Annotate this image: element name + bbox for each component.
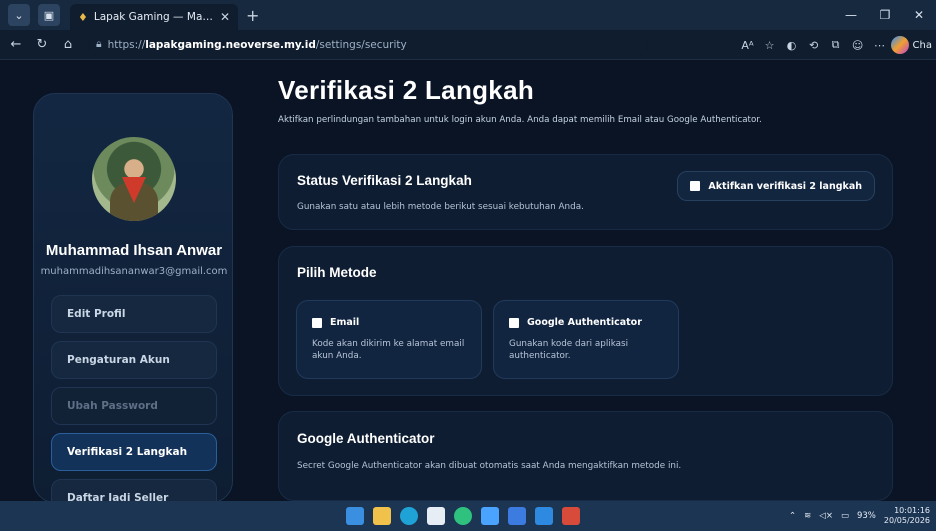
store-icon[interactable] [427, 507, 445, 525]
tab-actions-icon[interactable]: ⌄ [8, 4, 30, 26]
status-card-desc: Gunakan satu atau lebih metode berikut s… [297, 202, 584, 212]
lock-icon: 🔒︎ [96, 38, 102, 50]
enable-2fa-label: Aktifkan verifikasi 2 langkah [708, 180, 862, 192]
sidebar-item-pengaturan-akun[interactable]: Pengaturan Akun [51, 341, 217, 379]
battery-icon[interactable]: ▭ [841, 511, 849, 521]
history-icon[interactable]: ⟲ [803, 39, 825, 52]
copilot-icon [890, 36, 909, 54]
file-explorer-icon[interactable] [373, 507, 391, 525]
method-option-email[interactable]: Email Kode akan dikirim ke alamat email … [296, 300, 482, 379]
method-label: Google Authenticator [527, 317, 642, 328]
app-icon[interactable] [481, 507, 499, 525]
vscode-icon[interactable] [535, 507, 553, 525]
sidebar-item-edit-profil[interactable]: Edit Profil [51, 295, 217, 333]
checkbox-icon [690, 181, 701, 191]
wifi-icon[interactable]: ≋ [804, 511, 811, 521]
back-icon[interactable]: ← [6, 37, 26, 52]
method-card: Pilih Metode Email Kode akan dikirim ke … [278, 246, 893, 396]
read-aloud-icon[interactable]: Aᴬ [737, 39, 759, 52]
start-icon[interactable] [346, 507, 364, 525]
browser-titlebar: ⌄ ▣ ♦ Lapak Gaming — Marketplace Gar ✕ +… [0, 0, 936, 30]
volume-icon[interactable]: ◁× [819, 511, 833, 521]
checkbox-icon[interactable] [509, 317, 519, 328]
edge-icon[interactable] [400, 507, 418, 525]
minimize-icon[interactable]: — [834, 8, 868, 22]
extensions-icon[interactable]: ◐ [781, 39, 803, 52]
url-text: https://lapakgaming.neoverse.my.id/setti… [107, 38, 407, 51]
toolbar-actions: Aᴬ ☆ ◐ ⟲ ⧉ ☺ ⋯ Cha [737, 30, 936, 60]
avatar [92, 137, 176, 221]
google-authenticator-card: Google Authenticator Secret Google Authe… [278, 411, 893, 501]
battery-level: 93% [856, 511, 876, 521]
browser-tab[interactable]: ♦ Lapak Gaming — Marketplace Gar ✕ [70, 4, 238, 30]
method-option-google-authenticator[interactable]: Google Authenticator Gunakan kode dari a… [493, 300, 679, 379]
tray-expand-icon[interactable]: ⌃ [789, 511, 796, 521]
checkbox-icon[interactable] [312, 317, 322, 328]
page-title: Verifikasi 2 Langkah [278, 75, 535, 105]
clock-date: 20/05/2026 [883, 516, 930, 525]
new-tab-button[interactable]: + [246, 6, 259, 25]
enable-2fa-toggle[interactable]: Aktifkan verifikasi 2 langkah [677, 171, 875, 201]
security-settings-page: Muhammad Ihsan Anwar muhammadihsananwar3… [0, 61, 936, 501]
sidebar-item-verifikasi-2-langkah[interactable]: Verifikasi 2 Langkah [51, 433, 217, 471]
close-window-icon[interactable]: ✕ [902, 8, 936, 22]
home-icon[interactable]: ⌂ [58, 37, 78, 52]
site-favicon-icon: ♦ [78, 10, 88, 24]
close-tab-icon[interactable]: ✕ [220, 10, 230, 24]
address-bar[interactable]: 🔒︎ https://lapakgaming.neoverse.my.id/se… [88, 33, 648, 56]
copilot-button[interactable]: Cha [890, 36, 936, 54]
user-email: muhammadihsananwar3@gmail.com [40, 266, 228, 277]
system-clock[interactable]: 10:01:16 20/05/2026 [884, 506, 930, 526]
taskbar-apps [346, 507, 580, 525]
media-icon[interactable] [562, 507, 580, 525]
sidebar-item-daftar-jadi-seller[interactable]: Daftar Jadi Seller [51, 479, 217, 501]
profile-sidebar: Muhammad Ihsan Anwar muhammadihsananwar3… [33, 93, 233, 501]
workspaces-icon[interactable]: ▣ [38, 4, 60, 26]
profile-icon[interactable]: ☺ [847, 39, 869, 52]
refresh-icon[interactable]: ↻ [32, 37, 52, 52]
whatsapp-icon[interactable] [454, 507, 472, 525]
user-name: Muhammad Ihsan Anwar [45, 242, 223, 259]
system-tray: ⌃ ≋ ◁× ▭ 93% 10:01:16 20/05/2026 [789, 501, 930, 531]
copilot-label: Cha [912, 39, 932, 51]
maximize-icon[interactable]: ❐ [868, 8, 902, 22]
method-card-title: Pilih Metode [297, 265, 377, 280]
os-taskbar: ⌃ ≋ ◁× ▭ 93% 10:01:16 20/05/2026 [0, 501, 936, 531]
window-controls: — ❐ ✕ [834, 0, 936, 30]
more-menu-icon[interactable]: ⋯ [869, 39, 891, 52]
status-card: Status Verifikasi 2 Langkah Gunakan satu… [278, 154, 893, 230]
method-desc: Gunakan kode dari aplikasi authenticator… [509, 339, 629, 361]
notes-icon[interactable] [508, 507, 526, 525]
sidebar-item-ubah-password[interactable]: Ubah Password [51, 387, 217, 425]
favorite-star-icon[interactable]: ☆ [759, 39, 781, 52]
tab-title: Lapak Gaming — Marketplace Gar [93, 11, 214, 23]
page-subtitle: Aktifkan perlindungan tambahan untuk log… [278, 115, 762, 125]
browser-toolbar: ← ↻ ⌂ 🔒︎ https://lapakgaming.neoverse.my… [0, 30, 936, 60]
status-card-title: Status Verifikasi 2 Langkah [297, 173, 472, 188]
clock-time: 10:01:16 [894, 506, 930, 515]
ga-card-title: Google Authenticator [297, 431, 435, 446]
method-desc: Kode akan dikirim ke alamat email akun A… [312, 339, 465, 361]
ga-card-desc: Secret Google Authenticator akan dibuat … [297, 461, 682, 471]
method-label: Email [330, 317, 360, 328]
collections-icon[interactable]: ⧉ [825, 38, 847, 52]
